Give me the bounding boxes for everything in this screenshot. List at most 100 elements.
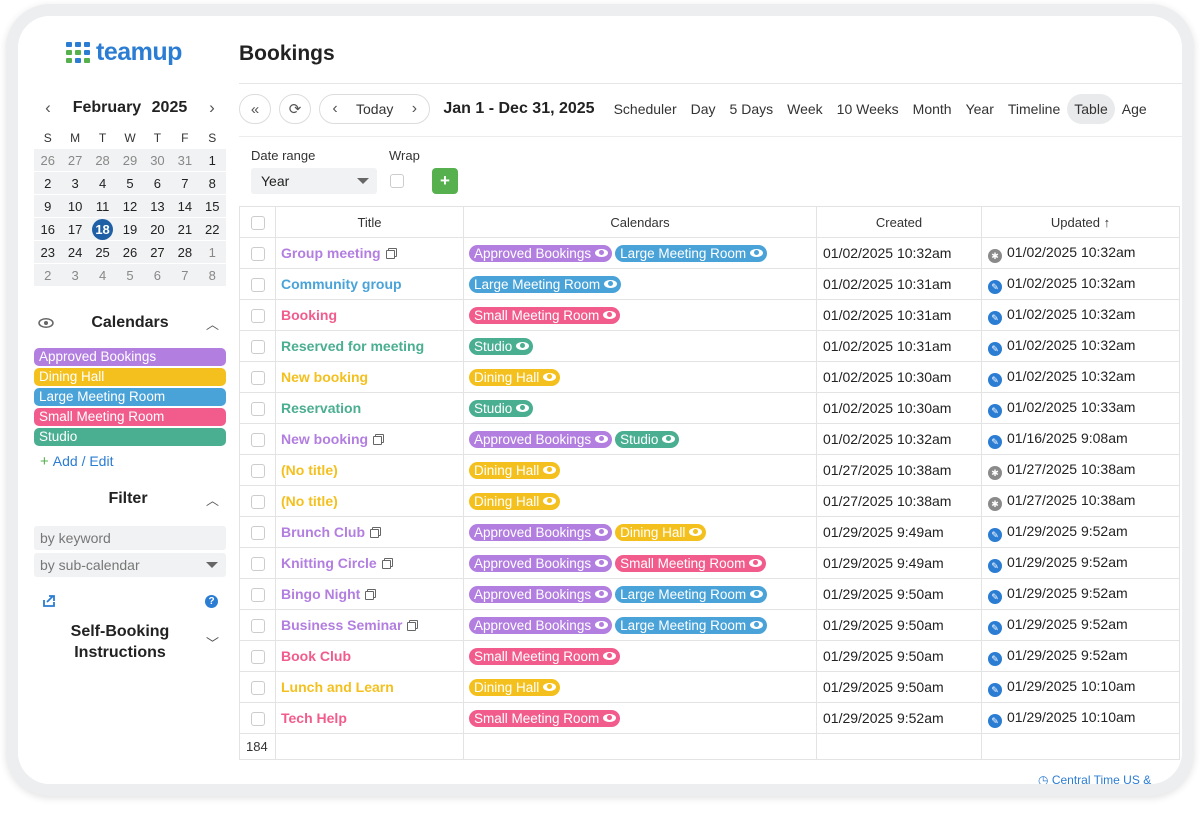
eye-icon[interactable] xyxy=(516,403,530,412)
event-title[interactable]: New booking xyxy=(281,369,368,385)
row-checkbox[interactable] xyxy=(250,495,265,510)
title-cell[interactable]: Bingo Night xyxy=(275,578,464,610)
chevron-up-icon[interactable]: ︿ xyxy=(206,314,220,333)
mini-calendar-day[interactable]: 31 xyxy=(171,149,199,172)
table-row[interactable]: New booking Approved Bookings Studio 01/02/… xyxy=(239,423,1180,455)
mini-calendar-day[interactable]: 10 xyxy=(61,195,89,218)
mini-calendar-day[interactable]: 16 xyxy=(34,218,62,241)
event-title[interactable]: Brunch Club xyxy=(281,524,365,540)
mini-calendar-day[interactable]: 26 xyxy=(34,149,62,172)
event-title[interactable]: (No title) xyxy=(281,462,338,478)
table-row[interactable]: Reserved for meeting Studio 01/02/2025 10:… xyxy=(239,330,1180,362)
event-title[interactable]: Bingo Night xyxy=(281,586,360,602)
calendars-header[interactable]: Calendars ︿ xyxy=(34,308,226,338)
next-period-icon[interactable]: › xyxy=(403,100,425,118)
mini-calendar-day[interactable]: 26 xyxy=(116,241,144,264)
calendar-chip[interactable]: Small Meeting Room xyxy=(469,709,621,727)
row-checkbox[interactable] xyxy=(250,588,265,603)
event-title[interactable]: Book Club xyxy=(281,648,351,664)
mini-calendar-today[interactable]: 18 xyxy=(88,218,117,241)
chevron-up-icon[interactable]: ︿ xyxy=(206,490,220,509)
calendar-chip[interactable]: Studio xyxy=(469,337,534,355)
mini-calendar-day[interactable]: 27 xyxy=(143,241,172,264)
row-checkbox[interactable] xyxy=(250,464,265,479)
eye-icon[interactable] xyxy=(543,682,557,691)
eye-icon[interactable] xyxy=(750,248,764,257)
mini-calendar-day[interactable]: 20 xyxy=(143,218,172,241)
row-checkbox[interactable] xyxy=(250,371,265,386)
title-cell[interactable]: Lunch and Learn xyxy=(275,671,464,703)
mini-calendar-day[interactable]: 1 xyxy=(198,241,226,264)
row-checkbox[interactable] xyxy=(250,681,265,696)
mini-calendar-day[interactable]: 3 xyxy=(61,264,89,287)
mini-calendar-day[interactable]: 23 xyxy=(34,241,62,264)
title-cell[interactable]: Business Seminar xyxy=(275,609,464,641)
table-row[interactable]: Business Seminar Approved Bookings Large M… xyxy=(239,609,1180,641)
calendar-chip[interactable]: Studio xyxy=(469,399,534,417)
eye-icon[interactable] xyxy=(595,248,609,257)
mini-calendar-day[interactable]: 29 xyxy=(116,149,144,172)
table-row[interactable]: Knitting Circle Approved Bookings Small Me… xyxy=(239,547,1180,579)
eye-icon[interactable] xyxy=(595,434,609,443)
calendar-chip[interactable]: Approved Bookings xyxy=(469,585,613,603)
calendar-chip[interactable]: Large Meeting Room xyxy=(615,616,768,634)
row-checkbox[interactable] xyxy=(250,433,265,448)
eye-icon[interactable] xyxy=(603,713,617,722)
mini-calendar-day[interactable]: 9 xyxy=(34,195,62,218)
calendar-chip[interactable]: Large Meeting Room xyxy=(615,585,768,603)
eye-icon[interactable] xyxy=(603,651,617,660)
eye-icon[interactable] xyxy=(595,589,609,598)
table-row[interactable]: Reservation Studio 01/02/2025 10:30am ✎ 01/0… xyxy=(239,392,1180,424)
mini-calendar-day[interactable]: 25 xyxy=(88,241,117,264)
view-tab[interactable]: Month xyxy=(906,94,959,124)
event-title[interactable]: Group meeting xyxy=(281,245,381,261)
table-row[interactable]: Bingo Night Approved Bookings Large Meetin… xyxy=(239,578,1180,610)
event-title[interactable]: (No title) xyxy=(281,493,338,509)
view-tab[interactable]: 10 Weeks xyxy=(830,94,906,124)
calendar-chip[interactable]: Small Meeting Room xyxy=(469,306,621,324)
help-icon[interactable]: ? xyxy=(205,595,218,608)
mini-calendar-day[interactable]: 6 xyxy=(143,172,172,195)
date-range-select[interactable]: Year xyxy=(251,168,377,194)
calendar-chip[interactable]: Approved Bookings xyxy=(469,523,613,541)
eye-icon[interactable] xyxy=(750,620,764,629)
title-cell[interactable]: Book Club xyxy=(275,640,464,672)
table-row[interactable]: Group meeting Approved Bookings Large Meet… xyxy=(239,237,1180,269)
today-button[interactable]: Today xyxy=(346,101,403,117)
prev-period-icon[interactable]: ‹ xyxy=(324,100,346,118)
title-column-header[interactable]: Title xyxy=(275,206,464,238)
event-title[interactable]: Reserved for meeting xyxy=(281,338,424,354)
row-checkbox[interactable] xyxy=(250,619,265,634)
mini-calendar-day[interactable]: 28 xyxy=(171,241,199,264)
mini-calendar-day[interactable]: 17 xyxy=(61,218,89,241)
table-row[interactable]: (No title) Dining Hall 01/27/2025 10:38am ✱… xyxy=(239,485,1180,517)
collapse-sidebar-button[interactable]: « xyxy=(239,94,271,124)
title-cell[interactable]: Knitting Circle xyxy=(275,547,464,579)
mini-calendar-day[interactable]: 5 xyxy=(116,264,144,287)
event-title[interactable]: Tech Help xyxy=(281,710,347,726)
title-cell[interactable]: Tech Help xyxy=(275,702,464,734)
title-cell[interactable]: Reserved for meeting xyxy=(275,330,464,362)
calendar-chip[interactable]: Dining Hall xyxy=(469,678,561,696)
calendar-chip[interactable]: Small Meeting Room xyxy=(615,554,767,572)
chevron-down-icon[interactable]: ﹀ xyxy=(206,633,220,652)
table-row[interactable]: Community group Large Meeting Room 01/02/2… xyxy=(239,268,1180,300)
event-title[interactable]: Knitting Circle xyxy=(281,555,377,571)
view-tab[interactable]: Scheduler xyxy=(607,94,684,124)
row-checkbox[interactable] xyxy=(250,557,265,572)
row-checkbox[interactable] xyxy=(250,650,265,665)
eye-icon[interactable] xyxy=(595,527,609,536)
view-tab[interactable]: Table xyxy=(1067,94,1115,124)
eye-icon[interactable] xyxy=(543,465,557,474)
add-event-button[interactable]: + xyxy=(432,168,458,194)
row-checkbox[interactable] xyxy=(250,402,265,417)
calendars-column-header[interactable]: Calendars xyxy=(463,206,817,238)
title-cell[interactable]: Booking xyxy=(275,299,464,331)
title-cell[interactable]: New booking xyxy=(275,423,464,455)
mini-calendar-day[interactable]: 7 xyxy=(171,264,199,287)
calendar-chip[interactable]: Approved Bookings xyxy=(469,616,613,634)
timezone-link[interactable]: ◷ Central Time US & xyxy=(1038,773,1151,784)
mini-calendar-day[interactable]: 8 xyxy=(198,264,226,287)
mini-calendar-day[interactable]: 11 xyxy=(88,195,117,218)
mini-calendar-day[interactable]: 30 xyxy=(143,149,172,172)
